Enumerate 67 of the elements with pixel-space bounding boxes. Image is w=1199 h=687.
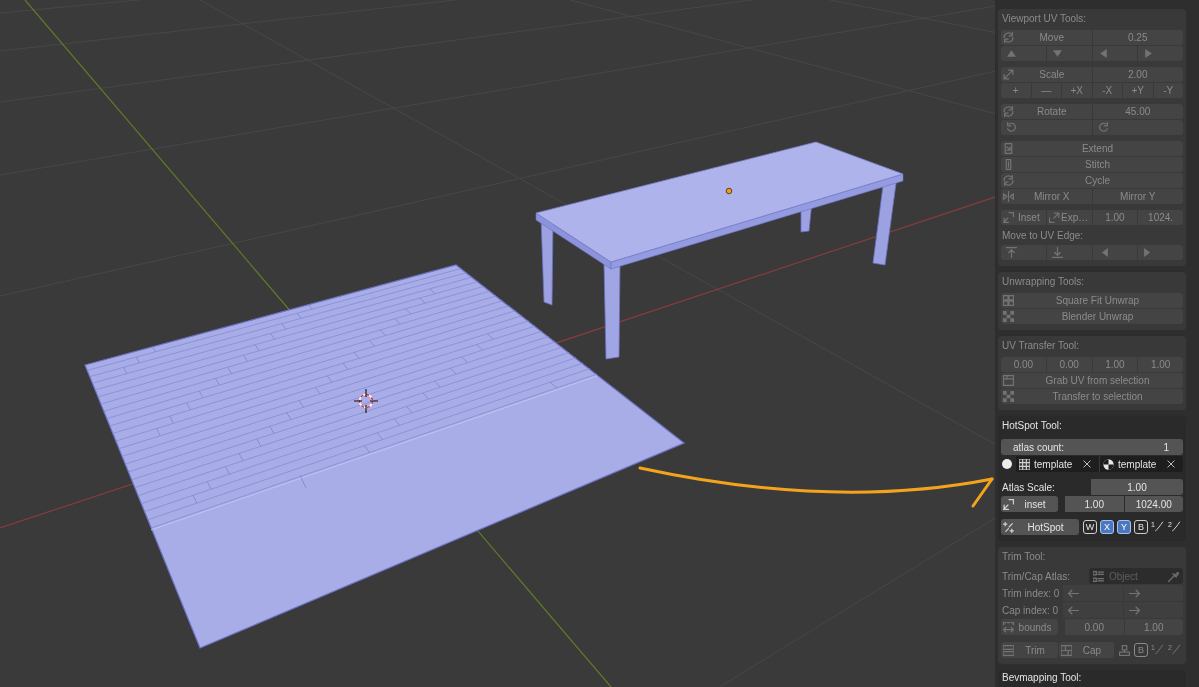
align-bottom-icon xyxy=(1051,247,1063,258)
up-triangle-icon xyxy=(1006,48,1017,59)
value-field[interactable]: 1.00 xyxy=(1091,479,1183,495)
cycle-icon xyxy=(1003,175,1014,186)
slash-icon xyxy=(1154,520,1164,532)
inset-icon xyxy=(1003,212,1014,223)
close-icon xyxy=(1083,460,1091,468)
atlas-count-field[interactable]: atlas count: 1 xyxy=(1001,439,1183,455)
right-arrow-icon xyxy=(1128,604,1140,616)
stacked-bars-icon xyxy=(1003,644,1014,656)
mirror-icon xyxy=(1003,191,1014,202)
section-label: Move to UV Edge: xyxy=(1002,230,1084,242)
origin-dot-icon xyxy=(725,187,733,195)
squares-icon xyxy=(1003,295,1014,306)
template-field[interactable]: template xyxy=(1016,456,1099,472)
panel-title: Viewport UV Tools: xyxy=(1002,13,1087,25)
left-arrow-icon xyxy=(1068,587,1079,599)
circle-icon xyxy=(1002,459,1012,469)
stitch-icon xyxy=(1003,159,1014,170)
slash-icon xyxy=(1171,520,1181,532)
list-icon xyxy=(1093,570,1104,582)
template-field[interactable]: template xyxy=(1099,456,1183,472)
panel-title: HotSpot Tool: xyxy=(1002,420,1062,432)
axis-toggle[interactable]: B xyxy=(1134,520,1148,534)
axis-toggle[interactable]: X xyxy=(1100,520,1114,534)
sheet-icon xyxy=(1003,375,1014,386)
value-field[interactable]: 1.00 xyxy=(1065,496,1124,512)
checker-icon xyxy=(1003,311,1014,322)
axis-toggle[interactable]: Y xyxy=(1117,520,1131,534)
checker-icon xyxy=(1003,391,1014,402)
panel-title: Bevmapping Tool: xyxy=(1002,672,1082,684)
field-label: Trim index: 0 xyxy=(1001,586,1061,601)
arrows-icon xyxy=(1003,32,1014,43)
down-triangle-icon xyxy=(1051,48,1063,59)
field-label: Cap index: 0 xyxy=(1001,603,1060,618)
left-arrow-icon xyxy=(1068,604,1079,616)
inset-button[interactable]: inset xyxy=(1001,496,1058,512)
align-top-icon xyxy=(1006,247,1017,258)
right-arrow-icon xyxy=(1128,587,1140,599)
hotspot-button[interactable]: HotSpot xyxy=(1001,519,1079,535)
panel-title: Unwrapping Tools: xyxy=(1002,276,1085,288)
slash-icon xyxy=(1154,643,1164,655)
sparkle-icon xyxy=(1003,521,1014,533)
bounds-icon xyxy=(1003,621,1014,633)
field-label: Atlas Scale: xyxy=(1001,480,1056,495)
extend-icon xyxy=(1003,143,1014,154)
panel-title: UV Transfer Tool: xyxy=(1002,340,1080,352)
value-field[interactable]: 1024.00 xyxy=(1124,496,1183,512)
cursor-icon xyxy=(353,388,379,414)
left-triangle-icon xyxy=(1097,48,1109,59)
inset-icon xyxy=(1003,498,1014,510)
rotate-icon xyxy=(1003,106,1014,117)
right-triangle-icon xyxy=(1143,48,1155,59)
slash-icon xyxy=(1171,643,1181,655)
expand-icon xyxy=(1003,69,1014,80)
brick-icon xyxy=(1061,644,1072,656)
grid-icon xyxy=(1019,458,1030,470)
sphere-icon xyxy=(1103,458,1114,470)
stamp-icon xyxy=(1119,644,1130,656)
close-icon xyxy=(1167,460,1175,468)
rotate-cw-icon xyxy=(1097,122,1109,133)
eyedropper-icon xyxy=(1168,570,1179,582)
axis-toggle[interactable]: W xyxy=(1083,520,1097,534)
expand-icon xyxy=(1048,212,1060,223)
field-label: Trim/Cap Atlas: xyxy=(1001,569,1071,584)
rotate-ccw-icon xyxy=(1006,122,1017,133)
panel-title: Trim Tool: xyxy=(1002,551,1046,563)
